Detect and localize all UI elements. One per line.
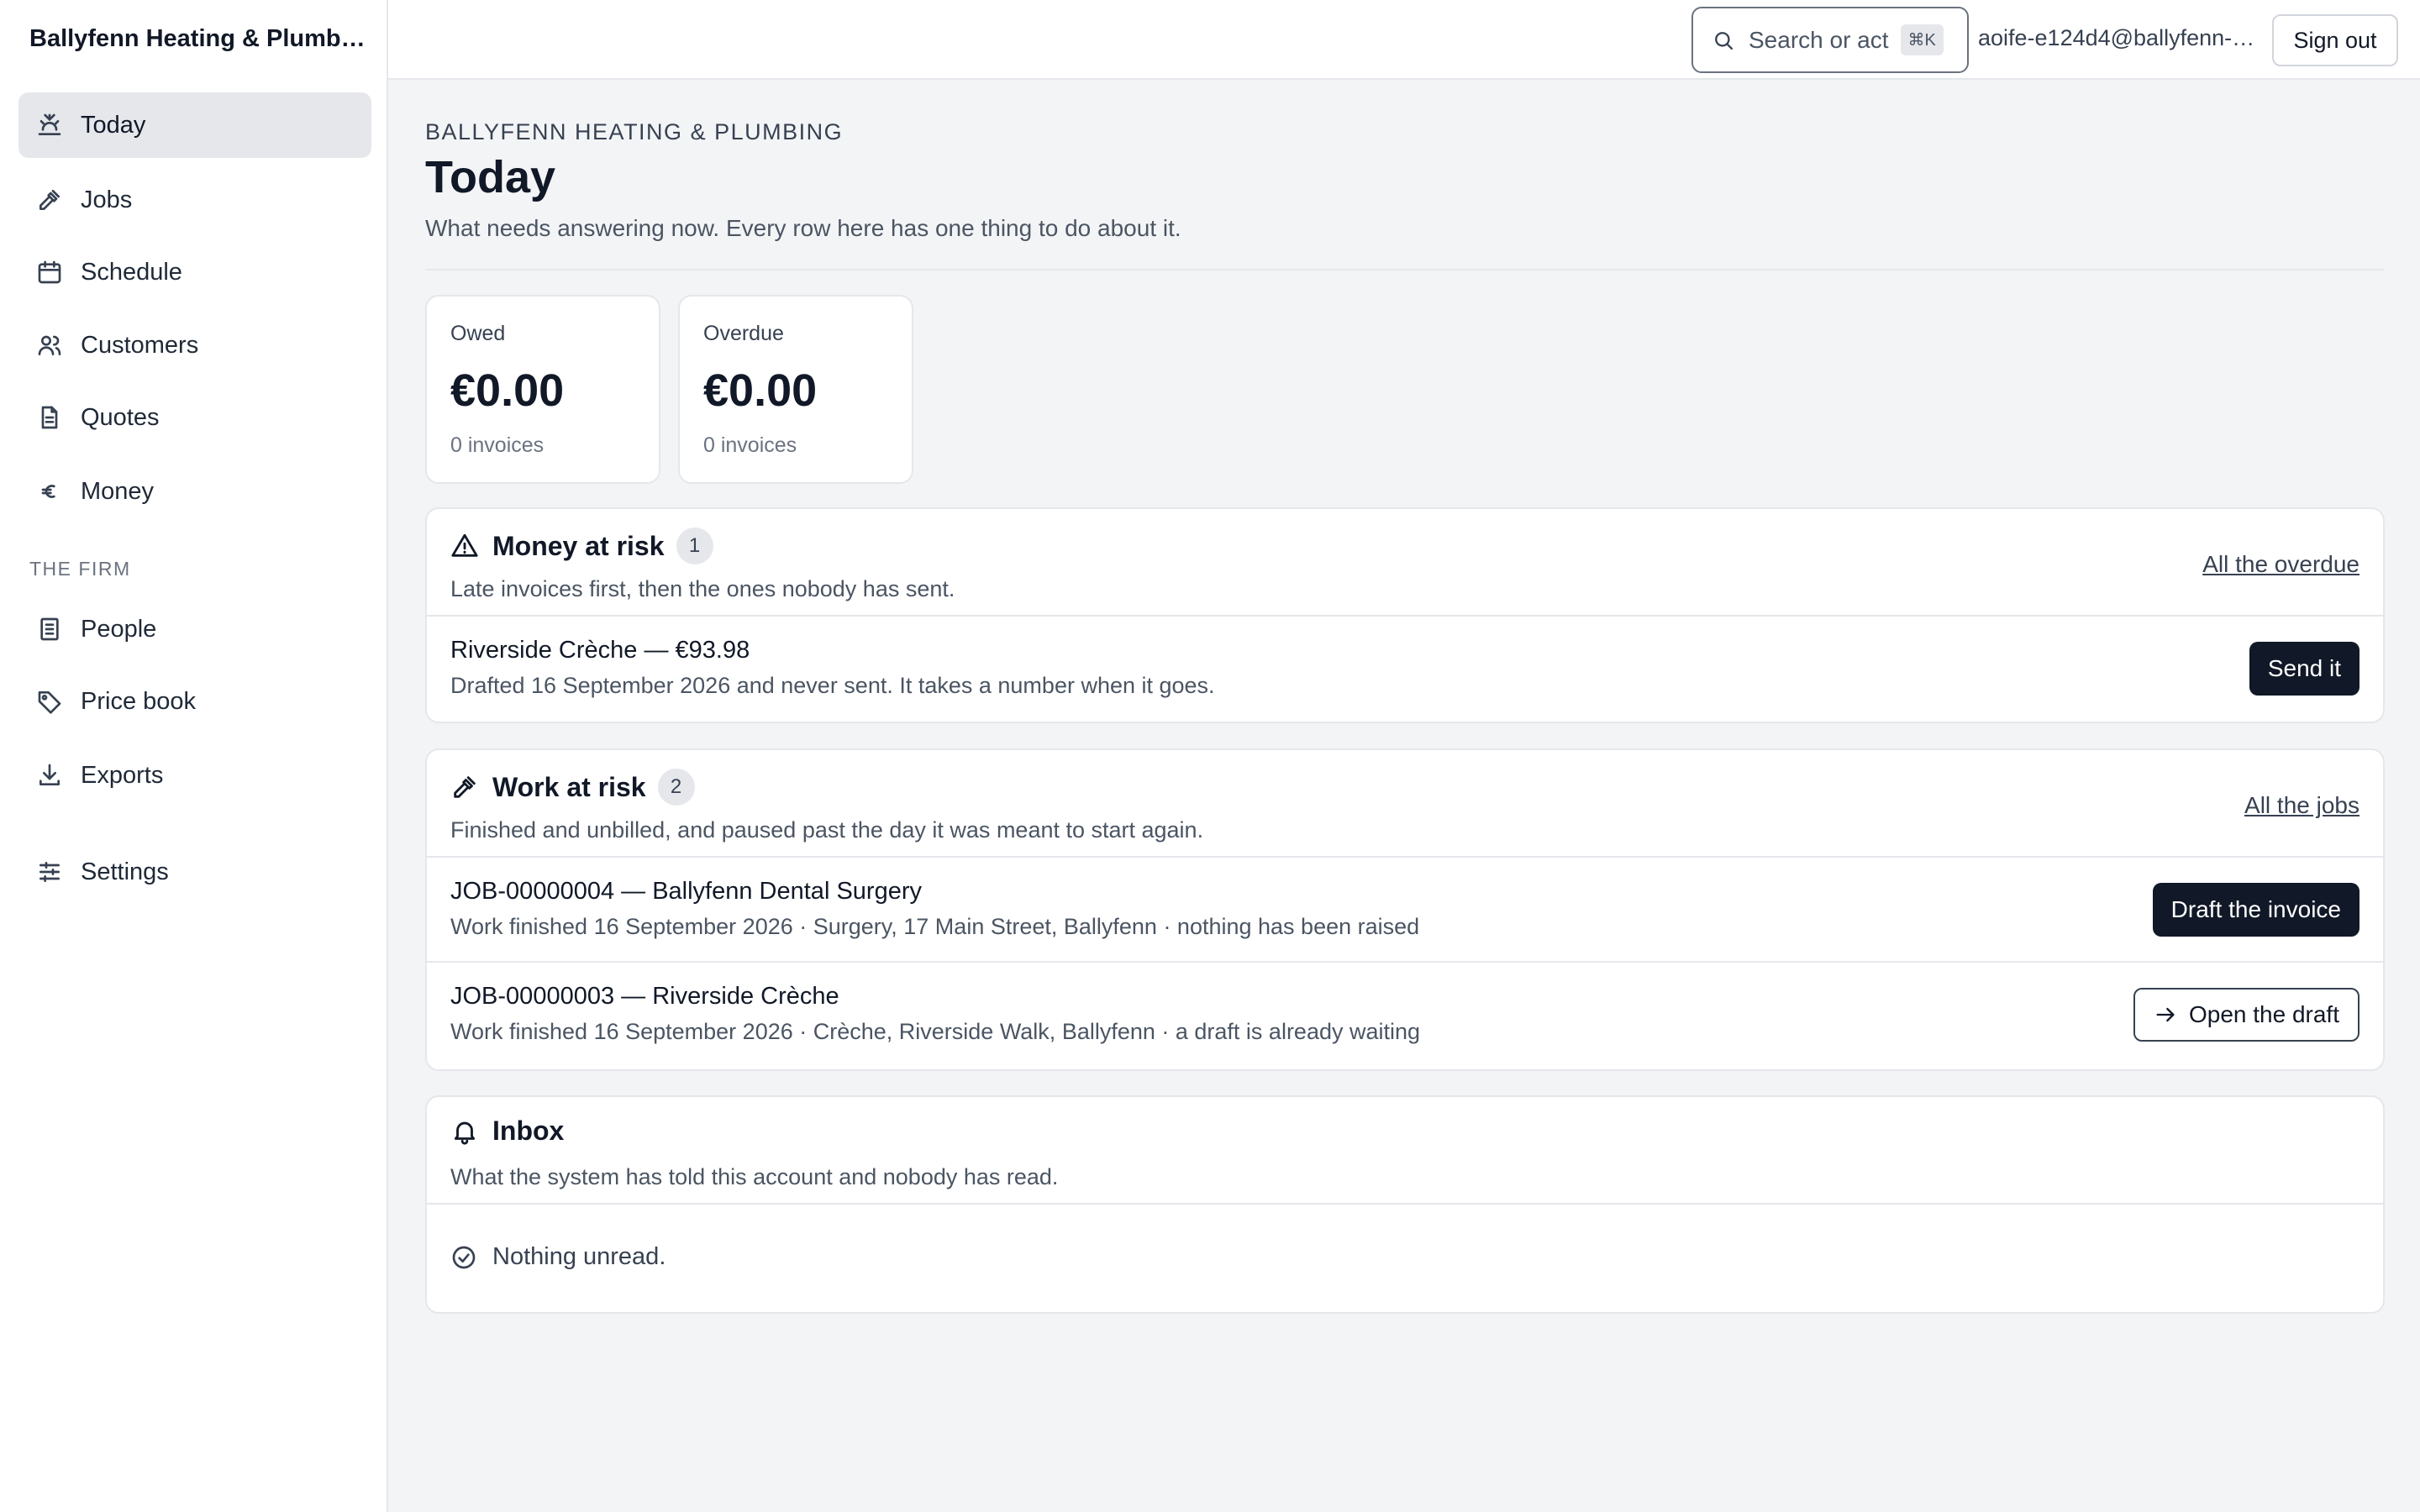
- download-icon: [34, 759, 66, 791]
- tag-icon: [34, 685, 66, 717]
- sidebar-item-today[interactable]: Today: [18, 92, 371, 158]
- page-subtitle: What needs answering now. Every row here…: [425, 215, 1181, 241]
- calendar-icon: [34, 256, 66, 288]
- search-placeholder: Search or act: [1749, 26, 1889, 53]
- page-title: Today: [425, 152, 556, 202]
- stat-card-overdue: Overdue €0.00 0 invoices: [678, 295, 913, 484]
- panel-header: Work at risk 2 Finished and unbilled, an…: [427, 750, 2383, 858]
- sidebar-item-label: Schedule: [81, 258, 182, 286]
- panel-description: Finished and unbilled, and paused past t…: [450, 817, 1204, 843]
- header-divider: [425, 269, 2385, 270]
- sidebar-item-settings[interactable]: Settings: [18, 839, 371, 905]
- section-label-firm: THE FIRM: [29, 558, 131, 580]
- users-icon: [34, 329, 66, 361]
- panel-description: Late invoices first, then the ones nobod…: [450, 576, 955, 601]
- panel-header: Inbox What the system has told this acco…: [427, 1097, 2383, 1205]
- sidebar-item-label: Quotes: [81, 403, 160, 431]
- sidebar: Ballyfenn Heating & Plumbing Today Jobs …: [0, 0, 388, 1512]
- stat-count: 0 invoices: [450, 433, 544, 457]
- sidebar-item-people[interactable]: People: [18, 596, 371, 662]
- user-email: aoife-e124d4@ballyfenn-heating.ie: [1978, 25, 2255, 50]
- row-title[interactable]: JOB-00000003 — Riverside Crèche: [450, 983, 839, 1011]
- panel-description: What the system has told this account an…: [450, 1164, 1059, 1189]
- row-title[interactable]: Riverside Crèche — €93.98: [450, 637, 750, 664]
- bell-icon: [450, 1116, 481, 1147]
- sidebar-item-exports[interactable]: Exports: [18, 743, 371, 808]
- check-circle-icon: [450, 1243, 479, 1272]
- sidebar-item-label: Customers: [81, 331, 199, 359]
- empty-text: Nothing unread.: [492, 1243, 666, 1270]
- row-title[interactable]: JOB-00000004 — Ballyfenn Dental Surgery: [450, 878, 922, 906]
- money-at-risk-panel: Money at risk 1 Late invoices first, the…: [425, 507, 2385, 723]
- sidebar-item-label: Settings: [81, 858, 169, 885]
- work-at-risk-panel: Work at risk 2 Finished and unbilled, an…: [425, 748, 2385, 1071]
- sidebar-item-label: People: [81, 615, 157, 643]
- stat-value: €0.00: [703, 365, 818, 416]
- warning-icon: [450, 531, 481, 561]
- sidebar-item-label: Exports: [81, 761, 164, 789]
- row-detail: Work finished 16 September 2026 · Surger…: [450, 914, 1420, 939]
- sidebar-item-label: Today: [81, 111, 146, 139]
- stat-count: 0 invoices: [703, 433, 797, 457]
- euro-icon: [34, 475, 66, 507]
- search-input[interactable]: Search or act ⌘K: [1691, 7, 1969, 73]
- list-item: JOB-00000004 — Ballyfenn Dental Surgery …: [427, 858, 2383, 963]
- stat-card-owed: Owed €0.00 0 invoices: [425, 295, 660, 484]
- count-badge: 2: [657, 769, 695, 806]
- sidebar-item-label: Money: [81, 477, 155, 505]
- sidebar-item-price-book[interactable]: Price book: [18, 669, 371, 734]
- top-bar: Search or act ⌘K aoife-e124d4@ballyfenn-…: [388, 0, 2420, 80]
- panel-title: Work at risk: [492, 771, 646, 802]
- list-item: Riverside Crèche — €93.98 Drafted 16 Sep…: [427, 617, 2383, 722]
- wrench-icon: [34, 184, 66, 216]
- company-eyebrow: BALLYFENN HEATING & PLUMBING: [425, 119, 844, 144]
- brand-name[interactable]: Ballyfenn Heating & Plumbing: [29, 25, 366, 53]
- stat-label: Overdue: [703, 322, 784, 345]
- sidebar-item-schedule[interactable]: Schedule: [18, 239, 371, 305]
- sunrise-icon: [34, 109, 66, 141]
- arrow-right-icon: [2154, 1002, 2179, 1027]
- search-icon: [1712, 28, 1737, 53]
- inbox-panel: Inbox What the system has told this acco…: [425, 1095, 2385, 1314]
- all-jobs-link[interactable]: All the jobs: [2244, 792, 2360, 819]
- sliders-icon: [34, 856, 66, 888]
- button-label: Open the draft: [2188, 1001, 2339, 1027]
- keyboard-shortcut-badge: ⌘K: [1900, 24, 1944, 55]
- list-item: JOB-00000003 — Riverside Crèche Work fin…: [427, 963, 2383, 1068]
- panel-header: Money at risk 1 Late invoices first, the…: [427, 509, 2383, 617]
- send-it-button[interactable]: Send it: [2249, 642, 2360, 696]
- panel-title: Money at risk: [492, 530, 665, 561]
- sign-out-button[interactable]: Sign out: [2272, 14, 2398, 66]
- sidebar-item-jobs[interactable]: Jobs: [18, 167, 371, 233]
- count-badge: 1: [676, 528, 713, 564]
- building-icon: [34, 613, 66, 645]
- wrench-icon: [450, 772, 481, 802]
- stat-value: €0.00: [450, 365, 565, 416]
- empty-state: Nothing unread.: [427, 1205, 2383, 1310]
- sidebar-item-quotes[interactable]: Quotes: [18, 385, 371, 450]
- open-draft-button[interactable]: Open the draft: [2133, 988, 2360, 1042]
- row-detail: Drafted 16 September 2026 and never sent…: [450, 673, 1215, 698]
- panel-title: Inbox: [492, 1116, 565, 1146]
- sidebar-item-money[interactable]: Money: [18, 459, 371, 524]
- all-overdue-link[interactable]: All the overdue: [2202, 551, 2360, 578]
- sidebar-item-label: Price book: [81, 687, 197, 715]
- document-icon: [34, 402, 66, 433]
- sidebar-item-customers[interactable]: Customers: [18, 312, 371, 378]
- sidebar-item-label: Jobs: [81, 186, 133, 213]
- row-detail: Work finished 16 September 2026 · Crèche…: [450, 1019, 1421, 1044]
- stat-label: Owed: [450, 322, 506, 345]
- draft-invoice-button[interactable]: Draft the invoice: [2152, 883, 2360, 937]
